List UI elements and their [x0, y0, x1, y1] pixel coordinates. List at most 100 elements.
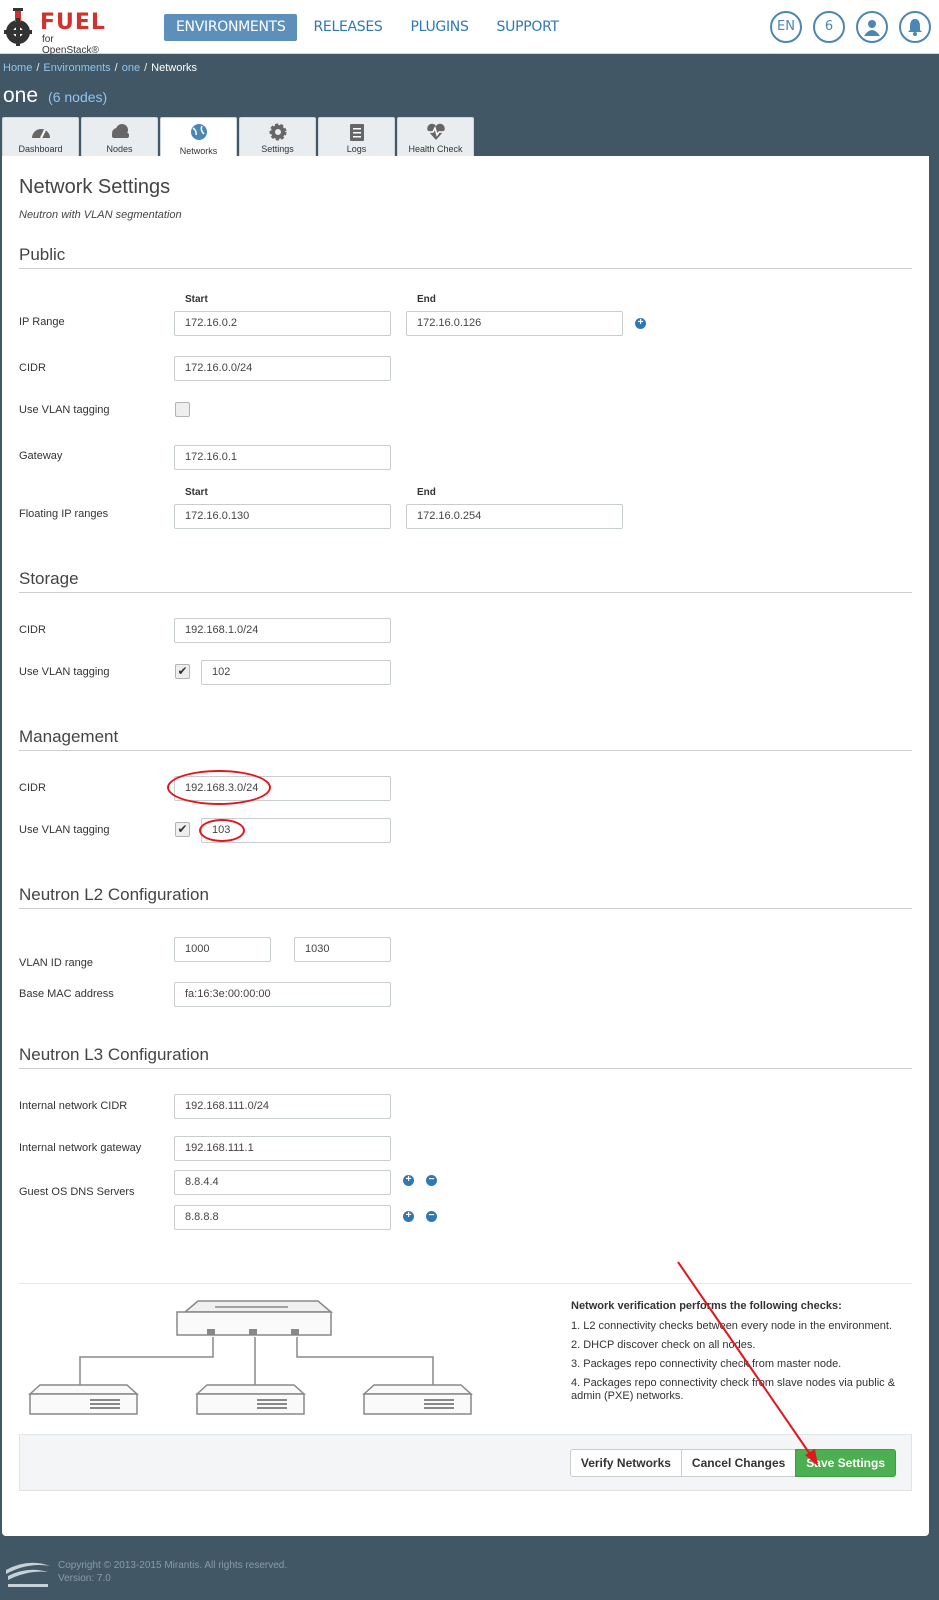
verify-networks-button[interactable]: Verify Networks	[569, 1449, 682, 1477]
floating-ip-label: Floating IP ranges	[19, 508, 109, 520]
public-vlan-label: Use VLAN tagging	[19, 404, 110, 416]
environment-title: one (6 nodes)	[3, 84, 107, 108]
verification-check-item: 2. DHCP discover check on all nodes.	[571, 1339, 756, 1351]
environment-tabs: Dashboard Nodes Networks Settings Logs H…	[2, 117, 476, 159]
breadcrumb-home[interactable]: Home	[3, 62, 32, 74]
network-topology-diagram	[28, 1300, 473, 1415]
page-subtitle: Neutron with VLAN segmentation	[19, 209, 182, 221]
remove-dns-icon[interactable]: −	[426, 1211, 437, 1222]
section-divider	[19, 1283, 912, 1284]
storage-vlan-checkbox[interactable]: ✔	[175, 664, 190, 679]
action-bar: Verify Networks Cancel Changes Save Sett…	[19, 1434, 912, 1491]
environment-node-count: (6 nodes)	[48, 89, 108, 105]
floating-start-header: Start	[185, 487, 208, 498]
cloud-icon	[111, 124, 129, 138]
public-vlan-checkbox[interactable]	[175, 402, 190, 417]
page-title: Network Settings	[19, 176, 171, 198]
public-ip-end-input[interactable]: 172.16.0.126	[406, 311, 623, 336]
clipboard-icon	[349, 124, 364, 141]
copyright-text: Copyright © 2013-2015 Mirantis. All righ…	[58, 1560, 288, 1571]
annotation-oval-cidr	[167, 770, 271, 805]
tab-nodes[interactable]: Nodes	[81, 117, 158, 157]
public-cidr-input[interactable]: 172.16.0.0/24	[174, 356, 391, 381]
dns-server-1-input[interactable]: 8.8.4.4	[174, 1170, 391, 1195]
breadcrumb-env[interactable]: one	[122, 62, 140, 74]
fuel-logo[interactable]: FUEL for OpenStack®	[4, 6, 105, 56]
verification-heading: Network verification performs the follow…	[571, 1300, 842, 1312]
storage-vlan-input[interactable]: 102	[201, 660, 391, 685]
base-mac-input[interactable]: fa:16:3e:00:00:00	[174, 982, 391, 1007]
tab-settings[interactable]: Settings	[239, 117, 316, 157]
vlan-range-label: VLAN ID range	[19, 957, 93, 969]
storage-vlan-label: Use VLAN tagging	[19, 666, 110, 678]
notifications-button[interactable]	[899, 11, 931, 43]
fuel-flask-icon	[4, 8, 32, 46]
version-text: Version: 7.0	[58, 1573, 111, 1584]
mirantis-logo[interactable]	[4, 1558, 52, 1590]
tab-logs[interactable]: Logs	[318, 117, 395, 157]
action-button-group: Verify Networks Cancel Changes Save Sett…	[569, 1449, 896, 1477]
add-dns-icon[interactable]: +	[403, 1211, 414, 1222]
ip-range-label: IP Range	[19, 316, 65, 328]
user-button[interactable]	[856, 11, 888, 43]
management-cidr-label: CIDR	[19, 782, 46, 794]
save-settings-button[interactable]: Save Settings	[795, 1449, 896, 1477]
language-button[interactable]: EN	[770, 11, 802, 43]
dns-servers-label: Guest OS DNS Servers	[19, 1186, 135, 1198]
top-navbar: FUEL for OpenStack® ENVIRONMENTS RELEASE…	[0, 0, 939, 56]
verification-check-item: 3. Packages repo connectivity check from…	[571, 1358, 842, 1370]
add-range-icon[interactable]: +	[635, 318, 646, 329]
add-dns-icon[interactable]: +	[403, 1175, 414, 1186]
storage-cidr-label: CIDR	[19, 624, 46, 636]
brand-name: FUEL	[40, 10, 106, 35]
verification-checks: Network verification performs the follow…	[571, 1300, 901, 1409]
breadcrumb-current: Networks	[151, 62, 197, 74]
environment-name: one	[3, 84, 39, 107]
vlan-range-to-input[interactable]: 1030	[294, 937, 391, 962]
verification-check-item: 4. Packages repo connectivity check from…	[571, 1377, 896, 1402]
vlan-range-from-input[interactable]: 1000	[174, 937, 271, 962]
dashboard-icon	[31, 129, 50, 139]
management-vlan-checkbox[interactable]: ✔	[175, 822, 190, 837]
gateway-label: Gateway	[19, 450, 63, 462]
annotation-oval-vlan	[199, 819, 245, 842]
nav-environments[interactable]: ENVIRONMENTS	[164, 14, 298, 41]
nav-plugins[interactable]: PLUGINS	[399, 14, 481, 41]
user-icon	[864, 20, 880, 36]
section-l2-title: Neutron L2 Configuration	[19, 885, 912, 909]
storage-cidr-input[interactable]: 192.168.1.0/24	[174, 618, 391, 643]
cancel-changes-button[interactable]: Cancel Changes	[680, 1449, 797, 1477]
main-nav: ENVIRONMENTS RELEASES PLUGINS SUPPORT	[164, 14, 575, 41]
floating-ip-end-input[interactable]: 172.16.0.254	[406, 504, 623, 529]
dns-server-2-input[interactable]: 8.8.8.8	[174, 1205, 391, 1230]
header-actions: EN 6	[759, 11, 931, 43]
breadcrumb: Home / Environments / one / Networks	[3, 62, 197, 74]
gear-icon	[269, 123, 286, 141]
heart-pulse-icon	[426, 123, 445, 140]
internal-cidr-input[interactable]: 192.168.111.0/24	[174, 1094, 391, 1119]
base-mac-label: Base MAC address	[19, 988, 114, 1000]
section-public-title: Public	[19, 245, 912, 269]
section-management-title: Management	[19, 727, 912, 751]
internal-gateway-label: Internal network gateway	[19, 1142, 142, 1154]
statistics-button[interactable]: 6	[813, 11, 845, 43]
tab-networks[interactable]: Networks	[160, 117, 237, 159]
breadcrumb-environments[interactable]: Environments	[43, 62, 110, 74]
internal-cidr-label: Internal network CIDR	[19, 1100, 128, 1112]
footer-text: Copyright © 2013-2015 Mirantis. All righ…	[58, 1559, 287, 1585]
tab-health-check[interactable]: Health Check	[397, 117, 474, 157]
globe-icon	[190, 124, 207, 140]
internal-gateway-input[interactable]: 192.168.111.1	[174, 1136, 391, 1161]
verification-check-item: 1. L2 connectivity checks between every …	[571, 1320, 893, 1332]
gateway-input[interactable]: 172.16.0.1	[174, 445, 391, 470]
nav-releases[interactable]: RELEASES	[301, 14, 394, 41]
nav-support[interactable]: SUPPORT	[485, 14, 571, 41]
floating-end-header: End	[417, 487, 436, 498]
remove-dns-icon[interactable]: −	[426, 1175, 437, 1186]
tab-dashboard[interactable]: Dashboard	[2, 117, 79, 157]
bell-icon	[908, 19, 922, 36]
ip-range-start-header: Start	[185, 294, 208, 305]
management-vlan-label: Use VLAN tagging	[19, 824, 110, 836]
floating-ip-start-input[interactable]: 172.16.0.130	[174, 504, 391, 529]
public-ip-start-input[interactable]: 172.16.0.2	[174, 311, 391, 336]
